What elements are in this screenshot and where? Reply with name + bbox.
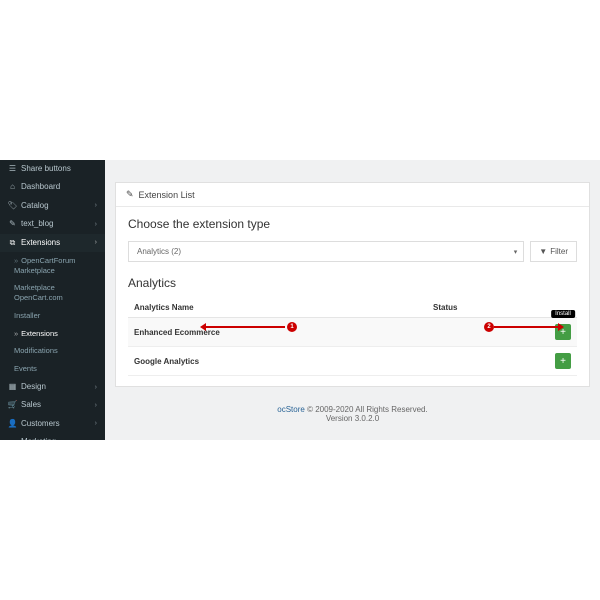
plus-icon: + — [560, 327, 566, 338]
sidebar: ☰ Share buttons ⌂ Dashboard 🏷 Catalog › ✎ te… — [0, 160, 105, 440]
sidebar-item-design[interactable]: ▦ Design › — [0, 378, 105, 396]
chevron-right-icon: › — [95, 438, 97, 440]
pencil-icon: ✎ — [126, 189, 134, 200]
pencil-icon: ✎ — [8, 219, 17, 229]
sidebar-item-share-buttons[interactable]: ☰ Share buttons — [0, 160, 105, 178]
table-row: Google Analytics + — [128, 347, 577, 376]
sidebar-item-label: Dashboard — [21, 182, 60, 192]
sidebar-item-label: Catalog — [21, 201, 49, 211]
install-button[interactable]: Install + — [555, 324, 571, 340]
chevron-right-icon: › — [95, 220, 97, 229]
table-row: Enhanced Ecommerce Install + — [128, 318, 577, 347]
menu-icon: ☰ — [8, 164, 17, 174]
row-status — [427, 318, 537, 347]
select-value: Analytics (2) — [137, 247, 181, 256]
sidebar-item-label: Extensions — [21, 238, 60, 248]
extension-panel: ✎ Extension List Choose the extension ty… — [115, 182, 590, 387]
sidebar-item-extensions[interactable]: ⧉ Extensions › — [0, 234, 105, 252]
sidebar-sub-events[interactable]: Events — [0, 360, 105, 378]
install-tooltip: Install — [551, 310, 575, 318]
row-name: Enhanced Ecommerce — [134, 328, 220, 337]
share-icon: ‹ — [8, 437, 17, 440]
chevron-right-icon: › — [95, 419, 97, 428]
row-name: Google Analytics — [134, 357, 199, 366]
col-name: Analytics Name — [128, 298, 427, 318]
sidebar-sub-marketplace[interactable]: Marketplace OpenCart.com — [0, 279, 105, 307]
chevron-right-icon: › — [95, 383, 97, 392]
footer-rights: © 2009-2020 All Rights Reserved. — [307, 405, 428, 414]
puzzle-icon: ⧉ — [8, 238, 17, 248]
sidebar-item-marketing[interactable]: ‹ Marketing › — [0, 433, 105, 440]
filter-icon: ▼ — [539, 247, 547, 256]
dashboard-icon: ⌂ — [8, 182, 17, 192]
sidebar-item-catalog[interactable]: 🏷 Catalog › — [0, 197, 105, 215]
filter-button[interactable]: ▼ Filter — [530, 241, 577, 262]
plus-icon: + — [560, 356, 566, 367]
cart-icon: 🛒 — [8, 400, 17, 410]
choose-title: Choose the extension type — [128, 217, 577, 231]
sidebar-item-label: Design — [21, 382, 46, 392]
panel-header: ✎ Extension List — [116, 183, 589, 207]
sidebar-item-label: Marketing — [21, 437, 56, 440]
chevron-right-icon: › — [95, 401, 97, 410]
panel-header-title: Extension List — [139, 190, 195, 200]
sidebar-item-label: Customers — [21, 419, 60, 429]
user-icon: 👤 — [8, 419, 17, 429]
main-content: Extensions ✎ Extension List Choose the e… — [105, 160, 600, 440]
sidebar-sub-modifications[interactable]: Modifications — [0, 342, 105, 360]
sidebar-item-text-blog[interactable]: ✎ text_blog › — [0, 215, 105, 233]
sidebar-item-label: Share buttons — [21, 164, 71, 174]
footer-brand[interactable]: ocStore — [277, 405, 305, 414]
analytics-table: Analytics Name Status Enhanced Ecommerce… — [128, 298, 577, 376]
tag-icon: 🏷 — [8, 201, 17, 211]
sidebar-item-customers[interactable]: 👤 Customers › — [0, 415, 105, 433]
sidebar-sub-opencartforum[interactable]: »OpenCartForum Marketplace — [0, 252, 105, 280]
footer: ocStore © 2009-2020 All Rights Reserved.… — [105, 397, 600, 431]
sidebar-item-label: Sales — [21, 400, 41, 410]
col-status: Status — [427, 298, 537, 318]
filter-label: Filter — [550, 247, 568, 256]
section-title: Analytics — [128, 276, 577, 290]
chevron-right-icon: › — [95, 238, 97, 247]
extension-type-select[interactable]: Analytics (2) — [128, 241, 524, 262]
footer-version: Version 3.0.2.0 — [326, 414, 379, 423]
chevron-right-icon: › — [95, 201, 97, 210]
sidebar-sub-extensions[interactable]: »Extensions — [0, 325, 105, 343]
sidebar-sub-installer[interactable]: Installer — [0, 307, 105, 325]
breadcrumb: Extensions — [105, 160, 600, 182]
sidebar-item-label: text_blog — [21, 219, 53, 229]
sidebar-item-dashboard[interactable]: ⌂ Dashboard — [0, 178, 105, 196]
row-status — [427, 347, 537, 376]
design-icon: ▦ — [8, 382, 17, 392]
sidebar-item-sales[interactable]: 🛒 Sales › — [0, 396, 105, 414]
install-button[interactable]: + — [555, 353, 571, 369]
